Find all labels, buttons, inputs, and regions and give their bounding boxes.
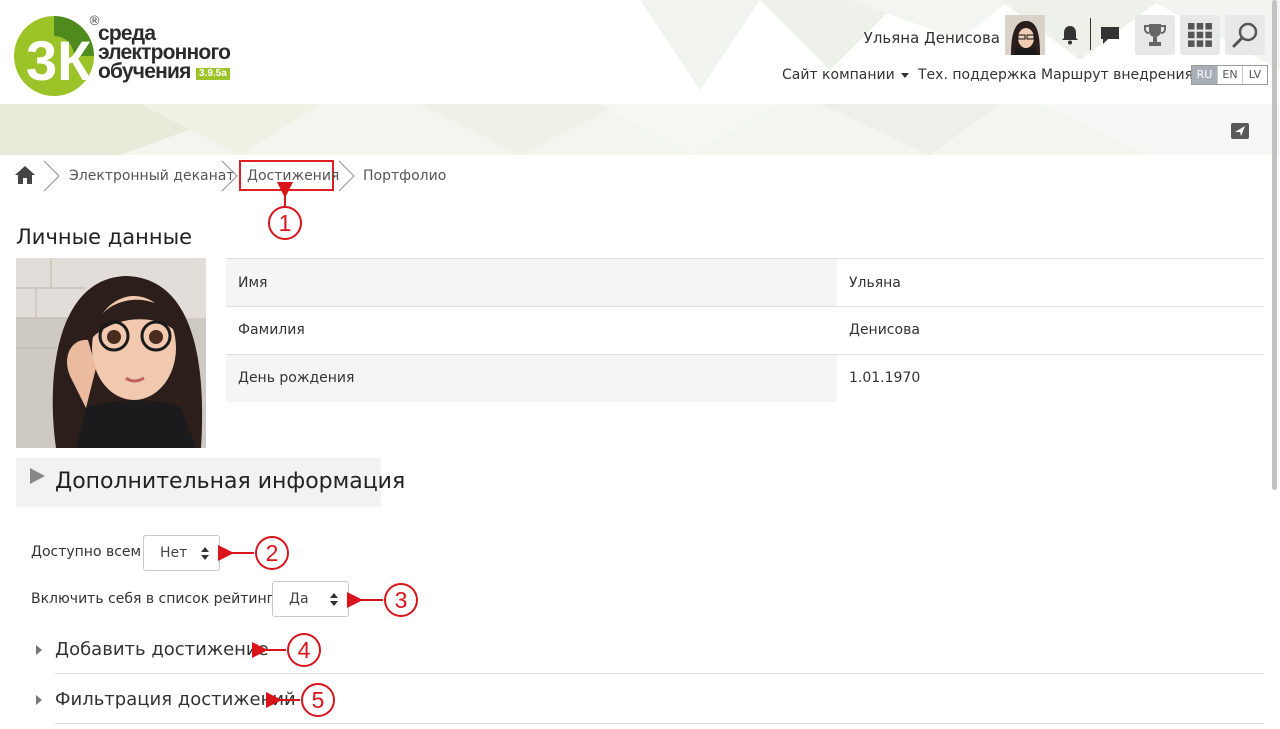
version-badge: 3.9.5a [196,68,230,80]
available-label: Доступно всем [31,544,142,560]
select-arrows-icon [201,547,209,560]
row-value: Ульяна [837,258,1264,307]
nav-company-site[interactable]: Сайт компании [782,67,909,83]
chat-icon[interactable] [1090,15,1130,55]
row-label: Имя [226,258,837,307]
row-value: 1.01.1970 [837,353,1264,402]
lang-lv[interactable]: LV [1242,66,1267,84]
search-icon[interactable] [1225,15,1265,55]
profile-photo [16,258,206,448]
lang-ru[interactable]: RU [1192,66,1217,84]
table-row: Фамилия Денисова [226,306,1264,354]
table-row: Имя Ульяна [226,258,1264,307]
rating-select[interactable]: Да [272,581,349,617]
logo[interactable]: 3К ® среда электронного обучения 3.9.5a [14,14,244,98]
user-avatar[interactable] [1005,15,1045,55]
nav-support[interactable]: Тех. поддержка [918,67,1037,83]
page-header: 3К ® среда электронного обучения 3.9.5a … [0,0,1280,155]
lang-en[interactable]: EN [1217,66,1242,84]
user-name[interactable]: Ульяна Денисова [864,29,1000,47]
annotation-badge-2: 2 [255,536,289,570]
row-label: Фамилия [226,306,837,354]
select-arrows-icon [330,593,338,606]
nav-route[interactable]: Маршрут внедрения [1041,67,1193,83]
filter-achievements-toggle[interactable]: Фильтрация достижений [55,689,296,710]
breadcrumb-separator-icon [221,160,238,192]
row-value: Денисова [837,306,1264,354]
chevron-down-icon [900,72,909,78]
logo-mark-icon: 3К [14,16,94,96]
extra-info-label: Дополнительная информация [55,469,406,494]
annotation-badge-5: 5 [301,683,335,717]
breadcrumb-item-dean[interactable]: Электронный деканат [69,168,235,184]
annotation-badge-3: 3 [384,583,418,617]
page-scrollbar[interactable] [1272,0,1277,490]
extra-info-toggle[interactable]: Дополнительная информация [16,458,405,507]
breadcrumb-item-portfolio: Портфолио [363,168,447,184]
svg-text:3К: 3К [26,29,92,92]
add-achievement-toggle[interactable]: Добавить достижение [55,639,269,660]
apps-grid-icon[interactable] [1180,15,1220,55]
breadcrumb-separator-icon [43,160,60,192]
bell-icon[interactable] [1050,15,1090,55]
trophy-icon[interactable] [1135,15,1175,55]
language-switcher: RU EN LV [1191,65,1268,85]
collapse-triangle-icon [36,645,42,655]
home-icon[interactable] [14,165,36,185]
breadcrumb-item-achievements[interactable]: Достижения [247,168,339,184]
annotation-badge-1: 1 [268,206,302,240]
annotation-badge-4: 4 [287,633,321,667]
table-row: День рождения 1.01.1970 [226,353,1264,402]
send-icon[interactable] [1231,123,1249,139]
rating-label: Включить себя в список рейтинга [31,591,283,607]
available-select[interactable]: Нет [143,535,220,571]
row-label: День рождения [226,353,837,402]
collapse-triangle-icon [36,695,42,705]
breadcrumb-separator-icon [338,160,355,192]
personal-data-table: Имя Ульяна Фамилия Денисова День рождени… [226,258,1264,402]
page-title: Личные данные [16,225,193,249]
expand-triangle-icon [30,468,45,484]
